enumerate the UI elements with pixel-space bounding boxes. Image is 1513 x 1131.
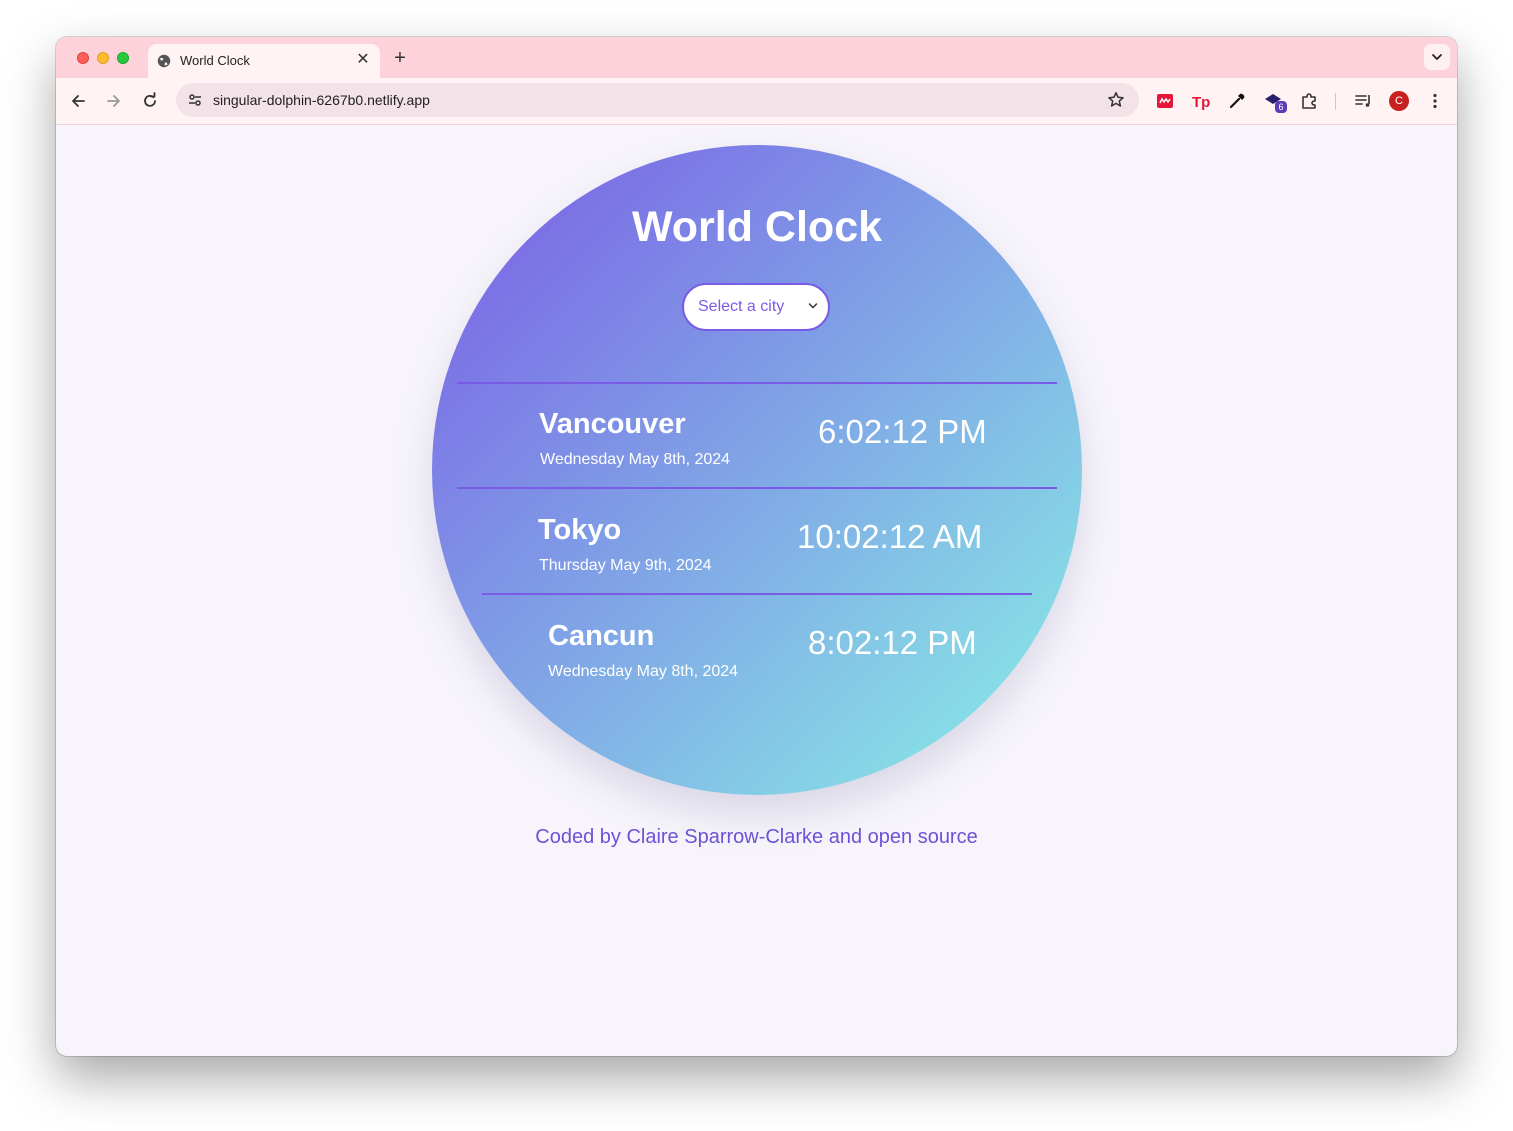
city-select[interactable]: Select a city [682,283,830,331]
world-clock-card: World Clock Select a city Vancouver Wedn… [432,145,1082,795]
city-date: Thursday May 9th, 2024 [539,557,712,574]
back-icon[interactable] [68,91,88,111]
city-name: Cancun [548,620,655,652]
city-date: Wednesday May 8th, 2024 [548,663,739,680]
city-time: 6:02:12 PM [818,413,987,450]
open-source-link[interactable]: open source [868,826,978,848]
address-bar[interactable]: singular-dolphin-6267b0.netlify.app [176,83,1139,117]
svg-text:Tp: Tp [1192,94,1210,111]
new-tab-button[interactable]: + [390,48,410,68]
tab-bar: World Clock ✕ + [56,37,1457,78]
extension-count-badge: 6 [1275,101,1287,113]
footer-middle: and [823,826,868,848]
media-icon[interactable] [1353,91,1373,111]
footer-prefix: Coded by [535,826,627,848]
bookmark-star-icon[interactable] [1107,91,1125,109]
tab-title: World Clock [180,53,250,68]
url-text: singular-dolphin-6267b0.netlify.app [213,92,430,108]
eyedropper-icon[interactable] [1227,91,1247,111]
city-name: Vancouver [539,408,686,440]
browser-toolbar: singular-dolphin-6267b0.netlify.app Tp 6 [56,78,1457,125]
extension-badge-icon[interactable]: 6 [1263,91,1287,113]
zoom-window-button[interactable] [117,52,129,64]
page-content: World Clock Select a city Vancouver Wedn… [56,125,1457,1056]
tab-search-button[interactable] [1424,44,1450,70]
extension-red-icon[interactable] [1155,91,1175,111]
city-date: Wednesday May 8th, 2024 [540,451,731,468]
puzzle-icon[interactable] [1299,91,1319,111]
city-select-value: Select a city [698,298,785,315]
profile-avatar[interactable]: C [1389,91,1409,111]
divider [482,593,1032,595]
close-window-button[interactable] [77,52,89,64]
reload-icon[interactable] [140,91,160,111]
tab-world-clock[interactable]: World Clock ✕ [148,44,380,78]
chevron-down-icon [808,303,818,309]
menu-dots-icon[interactable] [1425,91,1445,111]
divider [457,487,1057,489]
browser-window: World Clock ✕ + singular-dolphin-6267b0.… [56,37,1457,1056]
forward-icon[interactable] [104,91,124,111]
city-time: 10:02:12 AM [797,518,983,555]
footer-credit: Coded by Claire Sparrow-Clarke and open … [56,826,1457,849]
site-settings-icon[interactable] [186,91,204,109]
globe-icon [157,54,171,68]
tp-extension-icon[interactable]: Tp [1191,91,1211,111]
chevron-down-icon [1432,54,1442,61]
minimize-window-button[interactable] [97,52,109,64]
divider [457,382,1057,384]
tab-close-icon[interactable]: ✕ [355,52,371,68]
app-title: World Clock [631,203,883,251]
author-link[interactable]: Claire Sparrow-Clarke [626,826,823,848]
toolbar-divider [1335,93,1336,110]
city-name: Tokyo [538,514,622,546]
city-time: 8:02:12 PM [808,624,977,661]
